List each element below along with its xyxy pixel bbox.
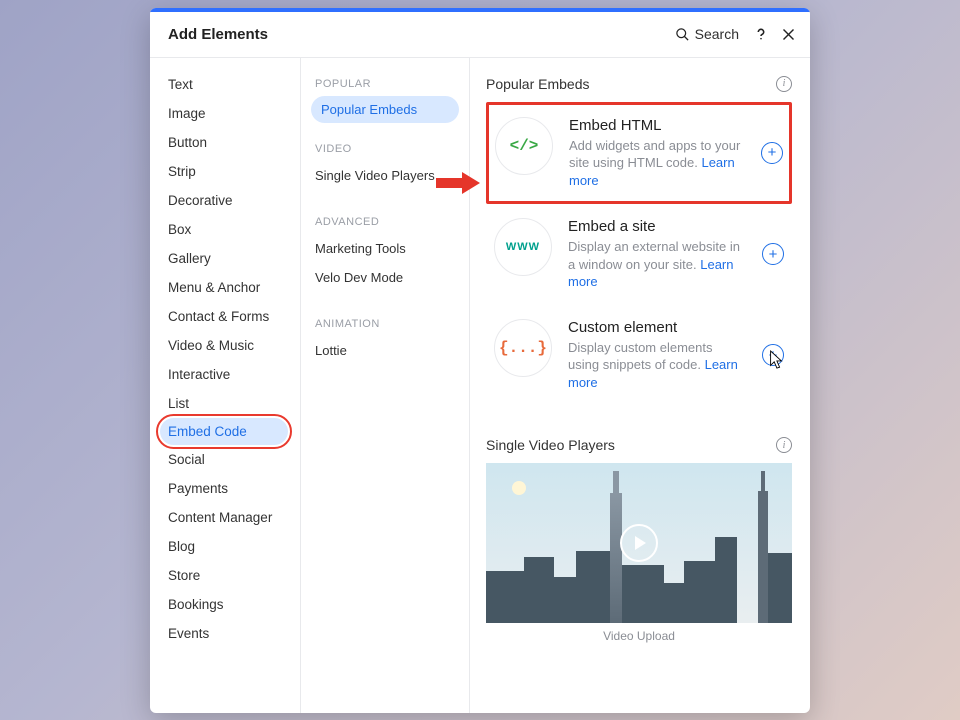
info-icon[interactable]: i <box>776 76 792 92</box>
single-video-players-heading: Single Video Players <box>486 437 776 453</box>
category-events[interactable]: Events <box>150 619 300 648</box>
building-shape <box>486 571 524 623</box>
category-text[interactable]: Text <box>150 70 300 99</box>
category-content-manager[interactable]: Content Manager <box>150 503 300 532</box>
category-image[interactable]: Image <box>150 99 300 128</box>
add-elements-panel: Add Elements Search Text Image But <box>150 8 810 713</box>
embed-options-pane: Popular Embeds i </> Embed HTML Add widg… <box>470 58 810 713</box>
category-bookings[interactable]: Bookings <box>150 590 300 619</box>
building-shape <box>664 583 684 623</box>
popular-embeds-heading: Popular Embeds <box>486 76 776 92</box>
panel-title: Add Elements <box>168 26 268 43</box>
embed-html-desc: Add widgets and apps to your site using … <box>569 137 745 190</box>
building-shape <box>768 553 792 623</box>
category-decorative[interactable]: Decorative <box>150 186 300 215</box>
category-embed-code[interactable]: Embed Code <box>160 418 288 445</box>
category-menu-anchor[interactable]: Menu & Anchor <box>150 273 300 302</box>
help-button[interactable] <box>753 26 769 42</box>
category-payments[interactable]: Payments <box>150 474 300 503</box>
add-custom-element-button[interactable]: + <box>762 344 784 366</box>
category-interactive[interactable]: Interactive <box>150 360 300 389</box>
category-social[interactable]: Social <box>150 445 300 474</box>
sub-lottie[interactable]: Lottie <box>301 336 469 365</box>
embed-site-desc: Display an external website in a window … <box>568 238 746 291</box>
group-head-video: Single Video Players i <box>486 437 792 453</box>
cursor-icon <box>767 349 785 371</box>
add-embed-site-button[interactable]: + <box>762 243 784 265</box>
category-box[interactable]: Box <box>150 215 300 244</box>
group-head-popular-embeds: Popular Embeds i <box>486 76 792 92</box>
category-gallery[interactable]: Gallery <box>150 244 300 273</box>
panel-header: Add Elements Search <box>150 12 810 58</box>
braces-icon: {...} <box>494 319 552 377</box>
custom-element-desc-text: Display custom elements using snippets o… <box>568 340 713 373</box>
building-shape <box>554 577 576 623</box>
custom-element-title: Custom element <box>568 319 746 336</box>
sub-marketing-tools[interactable]: Marketing Tools <box>301 234 469 263</box>
section-heading-popular: POPULAR <box>301 70 469 96</box>
www-icon: WWW <box>494 218 552 276</box>
category-blog[interactable]: Blog <box>150 532 300 561</box>
building-shape <box>758 491 768 623</box>
category-button[interactable]: Button <box>150 128 300 157</box>
building-shape <box>622 565 664 623</box>
sub-velo-dev-mode[interactable]: Velo Dev Mode <box>301 263 469 292</box>
embed-html-title: Embed HTML <box>569 117 745 134</box>
panel-body: Text Image Button Strip Decorative Box G… <box>150 58 810 713</box>
search-icon <box>675 27 690 42</box>
custom-element-card[interactable]: {...} Custom element Display custom elem… <box>486 305 792 406</box>
building-shape <box>610 493 622 623</box>
building-shape <box>715 537 737 623</box>
search-button[interactable]: Search <box>675 26 739 42</box>
embed-html-card[interactable]: </> Embed HTML Add widgets and apps to y… <box>486 102 792 205</box>
play-icon[interactable] <box>620 524 658 562</box>
category-video-music[interactable]: Video & Music <box>150 331 300 360</box>
video-player-thumb[interactable] <box>486 463 792 623</box>
building-shape <box>524 557 554 623</box>
video-caption: Video Upload <box>486 629 792 643</box>
category-strip[interactable]: Strip <box>150 157 300 186</box>
info-icon[interactable]: i <box>776 437 792 453</box>
sub-single-video-players[interactable]: Single Video Players <box>301 161 469 190</box>
building-shape <box>576 551 610 623</box>
code-icon: </> <box>495 117 553 175</box>
search-label: Search <box>695 26 739 42</box>
sub-popular-embeds[interactable]: Popular Embeds <box>311 96 459 123</box>
category-store[interactable]: Store <box>150 561 300 590</box>
section-heading-advanced: ADVANCED <box>301 208 469 234</box>
embed-site-card[interactable]: WWW Embed a site Display an external web… <box>486 204 792 305</box>
custom-element-desc: Display custom elements using snippets o… <box>568 339 746 392</box>
category-list-item[interactable]: List <box>150 389 300 418</box>
section-heading-animation: ANIMATION <box>301 310 469 336</box>
category-contact-forms[interactable]: Contact & Forms <box>150 302 300 331</box>
subcategory-list: POPULAR Popular Embeds VIDEO Single Vide… <box>300 58 470 713</box>
section-heading-video: VIDEO <box>301 135 469 161</box>
category-list: Text Image Button Strip Decorative Box G… <box>150 58 300 713</box>
embed-site-title: Embed a site <box>568 218 746 235</box>
close-button[interactable] <box>781 27 796 42</box>
add-embed-html-button[interactable]: + <box>761 142 783 164</box>
